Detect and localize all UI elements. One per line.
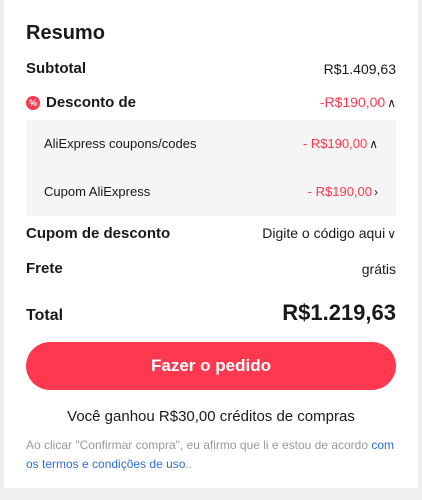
coupon-label: Cupom de desconto [26,225,171,242]
subtotal-value: R$1.409,63 [323,60,396,77]
place-order-button[interactable]: Fazer o pedido [26,342,396,390]
chevron-up-icon[interactable]: ∧ [369,137,378,151]
chevron-up-icon[interactable]: ∧ [387,96,396,110]
discount-icon: % [26,95,40,110]
terms-suffix: .. [185,457,193,471]
discount-item[interactable]: Cupom AliExpress - R$190,00 › [44,184,378,199]
shipping-label: Frete [26,260,63,277]
shipping-value: grátis [361,260,396,277]
discount-item-value: - R$190,00 [302,136,368,151]
discount-item-label: Cupom AliExpress [44,184,151,199]
subtotal-label: Subtotal [26,60,86,77]
total-label: Total [26,307,64,324]
coupon-input-link[interactable]: Digite o código aqui [262,225,385,241]
discount-label: Desconto de [46,94,137,111]
order-summary-card: Resumo Subtotal R$1.409,63 % Desconto de… [4,0,418,488]
discount-item-value: - R$190,00 [307,184,372,199]
subtotal-row: Subtotal R$1.409,63 [26,60,396,77]
discount-item[interactable]: AliExpress coupons/codes - R$190,00 ∧ [44,136,378,151]
total-row: Total R$1.219,63 [26,300,396,326]
discount-item-label: AliExpress coupons/codes [44,136,197,151]
chevron-down-icon[interactable]: ∨ [387,227,396,241]
terms-prefix: Ao clicar "Confirmar compra", eu afirmo … [26,438,372,452]
summary-title: Resumo [26,22,105,44]
shipping-row: Frete grátis [26,260,396,277]
terms-notice: Ao clicar "Confirmar compra", eu afirmo … [26,436,396,474]
discount-row[interactable]: % Desconto de -R$190,00 ∧ [26,94,396,111]
coupon-row[interactable]: Cupom de desconto Digite o código aqui ∨ [26,225,396,242]
credits-earned-text: Você ganhou R$30,00 créditos de compras [67,408,355,425]
discount-value: -R$190,00 [319,94,386,110]
total-value: R$1.219,63 [282,300,396,325]
chevron-right-icon[interactable]: › [374,185,378,199]
discount-details: AliExpress coupons/codes - R$190,00 ∧ Cup… [26,120,396,216]
